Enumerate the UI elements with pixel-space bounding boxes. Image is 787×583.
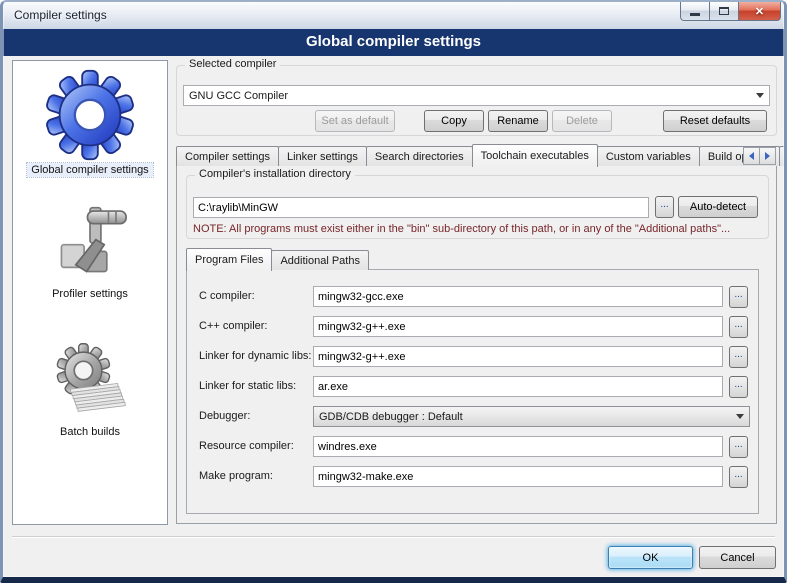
copy-button[interactable]: Copy [424,110,484,132]
tab-toolchain-executables[interactable]: Toolchain executables [472,144,598,167]
minimize-icon [690,13,700,16]
static-linker-input[interactable] [313,376,723,397]
tab-scroll-right-button[interactable] [759,147,776,165]
tab-custom-variables[interactable]: Custom variables [597,146,700,166]
tab-scroll-buttons [744,147,776,165]
category-list: Global compiler settings Profiler settin… [12,60,168,525]
field-row-make-program: Make program: ... [187,466,758,490]
field-label: C compiler: [199,290,255,302]
selected-compiler-select[interactable]: GNU GCC Compiler [183,85,770,106]
cpp-compiler-input[interactable] [313,316,723,337]
installation-directory-group: Compiler's installation directory ... Au… [186,175,769,239]
tab-linker-settings[interactable]: Linker settings [278,146,367,166]
close-icon: ✕ [755,5,764,18]
toolchain-executables-panel: Compiler's installation directory ... Au… [176,165,777,524]
c-compiler-input[interactable] [313,286,723,307]
installation-directory-label: Compiler's installation directory [195,168,355,180]
auto-detect-button[interactable]: Auto-detect [678,196,758,218]
selected-compiler-value: GNU GCC Compiler [189,90,288,102]
minimize-button[interactable] [680,2,710,21]
batch-builds-icon [42,341,138,423]
field-row-c-compiler: C compiler: ... [187,286,758,310]
field-row-resource-compiler: Resource compiler: ... [187,436,758,460]
ok-button[interactable]: OK [608,546,693,569]
field-label: Debugger: [199,410,250,422]
footer-divider [12,536,775,538]
tab-scroll-left-button[interactable] [743,147,760,165]
dynamic-linker-input[interactable] [313,346,723,367]
program-tabs: Program Files Additional Paths [186,248,368,270]
tab-program-files[interactable]: Program Files [186,248,272,271]
reset-defaults-button[interactable]: Reset defaults [663,110,767,132]
field-label: Linker for static libs: [199,380,296,392]
tab-additional-paths[interactable]: Additional Paths [271,250,369,270]
tab-compiler-settings[interactable]: Compiler settings [176,146,279,166]
resource-compiler-input[interactable] [313,436,723,457]
debugger-value: GDB/CDB debugger : Default [319,411,463,423]
selected-compiler-group: Selected compiler GNU GCC Compiler Set a… [176,65,777,136]
program-files-panel: C compiler: ... C++ compiler: ... Linker… [186,269,759,514]
browse-button[interactable]: ... [729,436,748,458]
tab-search-directories[interactable]: Search directories [366,146,473,166]
field-label: C++ compiler: [199,320,267,332]
page-title: Global compiler settings [3,29,784,56]
note-text: NOTE: All programs must exist either in … [193,223,765,235]
sidebar-item-batch-builds[interactable]: Batch builds [42,341,138,439]
compiler-settings-dialog: Compiler settings ✕ Global compiler sett… [0,0,787,583]
cancel-button[interactable]: Cancel [699,546,776,569]
window-title: Compiler settings [14,8,107,22]
field-row-debugger: Debugger: GDB/CDB debugger : Default [187,406,758,430]
debugger-select[interactable]: GDB/CDB debugger : Default [313,406,750,427]
gear-icon [41,69,139,161]
field-label: Make program: [199,470,273,482]
field-row-static-linker: Linker for static libs: ... [187,376,758,400]
close-button[interactable]: ✕ [738,2,781,21]
settings-tabs: Compiler settings Linker settings Search… [176,144,785,166]
maximize-icon [719,7,729,15]
field-label: Resource compiler: [199,440,294,452]
browse-button[interactable]: ... [729,286,748,308]
rename-button[interactable]: Rename [488,110,548,132]
chevron-down-icon [736,414,744,419]
browse-button[interactable]: ... [729,346,748,368]
sidebar-item-label: Batch builds [56,425,124,439]
chevron-down-icon [756,93,764,98]
window-controls: ✕ [681,2,781,21]
sidebar-item-label: Profiler settings [48,287,132,301]
sidebar-item-profiler-settings[interactable]: Profiler settings [44,201,136,301]
left-arrow-icon [749,152,754,160]
browse-button[interactable]: ... [729,316,748,338]
browse-button[interactable]: ... [729,376,748,398]
tab-clipped[interactable] [779,146,786,166]
browse-directory-button[interactable]: ... [655,196,674,218]
maximize-button[interactable] [709,2,739,21]
selected-compiler-group-label: Selected compiler [185,58,280,70]
make-program-input[interactable] [313,466,723,487]
sidebar-item-global-compiler-settings[interactable]: Global compiler settings [27,69,152,177]
sidebar-item-label: Global compiler settings [27,163,152,177]
delete-button[interactable]: Delete [552,110,612,132]
installation-directory-input[interactable] [193,197,649,218]
browse-button[interactable]: ... [729,466,748,488]
profiler-caliper-icon [44,201,136,285]
titlebar[interactable]: Compiler settings [0,0,787,29]
field-label: Linker for dynamic libs: [199,350,312,362]
right-arrow-icon [765,152,770,160]
field-row-dynamic-linker: Linker for dynamic libs: ... [187,346,758,370]
field-row-cpp-compiler: C++ compiler: ... [187,316,758,340]
set-as-default-button[interactable]: Set as default [315,110,395,132]
